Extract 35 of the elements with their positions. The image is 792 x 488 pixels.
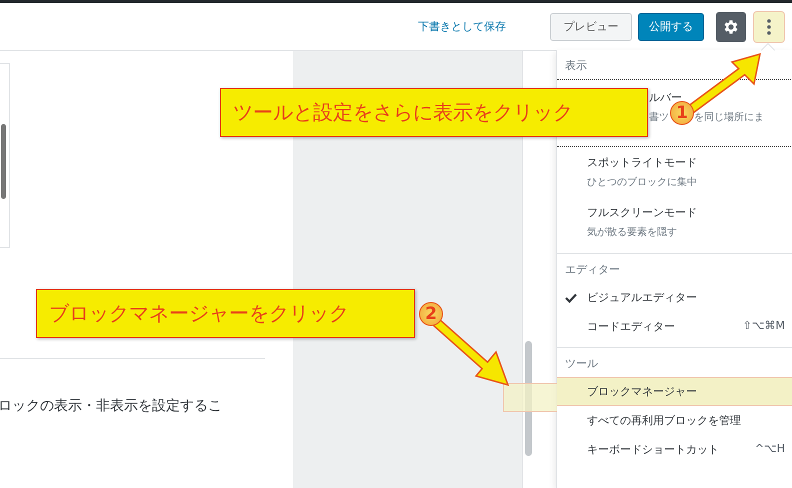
- more-options-button[interactable]: [754, 12, 784, 42]
- highlight-band: [503, 383, 557, 412]
- callout-label: ブロックマネージャーをクリック: [36, 289, 415, 338]
- preview-button[interactable]: プレビュー: [550, 12, 632, 40]
- save-draft-link[interactable]: 下書きとして保存: [418, 19, 506, 34]
- menu-item-label: すべての再利用ブロックを管理: [587, 413, 741, 428]
- menu-item-label: スポットライトモード: [587, 155, 697, 170]
- menu-item[interactable]: ブロックマネージャー: [557, 377, 792, 406]
- menu-item[interactable]: フルスクリーンモード 気が散る要素を隠す: [557, 197, 792, 247]
- menu-item-label: ビジュアルエディター: [587, 290, 697, 305]
- menu-section-heading: ツール: [564, 356, 599, 372]
- menu-item-description: を同じ場所にま: [694, 110, 764, 124]
- scrollbar[interactable]: [1, 124, 6, 199]
- menu-item-description: 気が散る要素を隠す: [587, 226, 678, 239]
- more-icon: [767, 18, 771, 34]
- settings-button[interactable]: [716, 12, 746, 42]
- menu-item-description: ひとつのブロックに集中: [587, 176, 698, 189]
- shortcut-text: ^⌥H: [754, 442, 785, 457]
- menu-item[interactable]: キーボードショートカット ^⌥H: [557, 435, 792, 464]
- settings-icon: [722, 18, 740, 36]
- menu-item[interactable]: ビジュアルエディター: [557, 283, 792, 312]
- menu-section-heading: 表示: [564, 58, 588, 74]
- menu-item[interactable]: コードエディター ⇧⌥⌘M: [557, 312, 792, 341]
- shortcut-text: ⇧⌥⌘M: [742, 319, 785, 334]
- menu-item-label: ブロックマネージャー: [587, 384, 697, 399]
- callout-label: ツールと設定をさらに表示をクリック: [220, 88, 648, 137]
- menu-item-label: コードエディター: [587, 319, 675, 334]
- menu-item-description: 書ツ: [649, 110, 669, 124]
- menu-section-heading: エディター: [564, 262, 621, 278]
- menu-item[interactable]: スポットライトモード ひとつのブロックに集中: [557, 147, 792, 197]
- menu-item-label: キーボードショートカット: [587, 442, 719, 457]
- publish-button[interactable]: 公開する: [638, 12, 704, 40]
- paragraph-text: ロックの表示・非表示を設定するこ: [0, 397, 223, 415]
- menu-item[interactable]: すべての再利用ブロックを管理: [557, 406, 792, 435]
- menu-item-label: フルスクリーンモード: [587, 205, 697, 220]
